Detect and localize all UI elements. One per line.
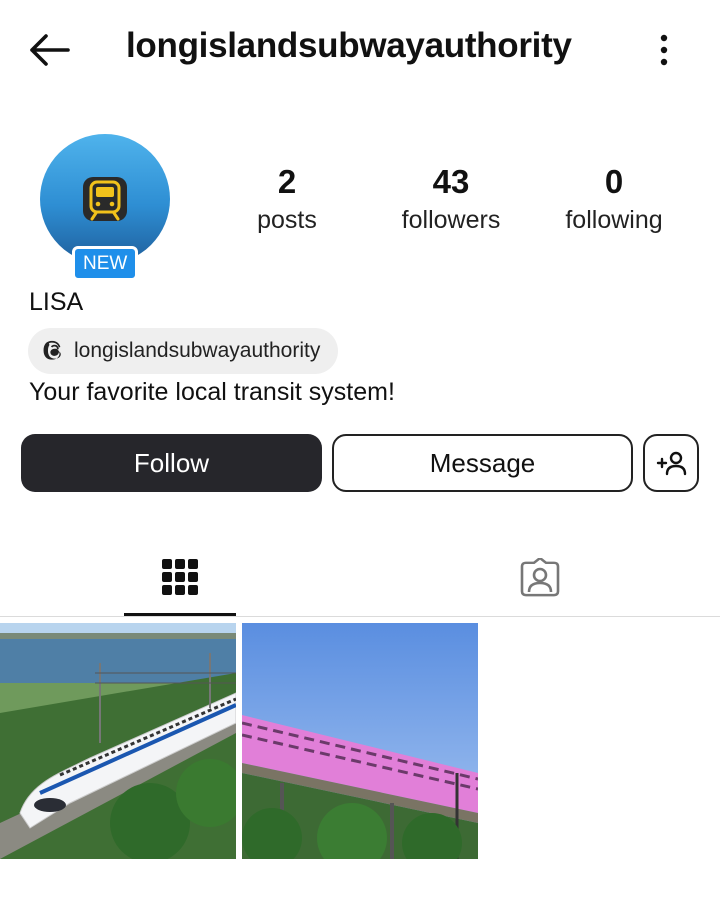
new-badge: NEW	[72, 246, 139, 281]
stat-value: 0	[604, 163, 624, 200]
avatar-image	[40, 134, 170, 264]
train-logo-icon	[83, 177, 127, 221]
stat-followers[interactable]: 43 followers	[390, 162, 512, 238]
stat-following[interactable]: 0 following	[554, 162, 674, 238]
tab-tagged[interactable]	[484, 540, 596, 616]
stat-value: 43	[432, 163, 470, 200]
suggested-accounts-button[interactable]	[643, 434, 699, 492]
top-bar: longislandsubwayauthority	[0, 0, 720, 100]
stat-label: posts	[257, 206, 317, 234]
more-vertical-icon[interactable]	[648, 30, 680, 70]
tab-posts-grid[interactable]	[124, 540, 236, 616]
post-image	[0, 623, 236, 859]
profile-tabs	[0, 540, 720, 617]
threads-icon	[43, 340, 61, 360]
back-arrow-icon[interactable]	[26, 28, 74, 72]
message-button[interactable]: Message	[332, 434, 633, 492]
follow-button[interactable]: Follow	[21, 434, 322, 492]
threads-handle: longislandsubwayauthority	[74, 339, 321, 362]
stat-value: 2	[277, 163, 297, 200]
grid-icon	[162, 558, 198, 595]
post-thumbnail-bullet-train[interactable]	[0, 623, 236, 859]
post-image	[242, 623, 478, 859]
display-name: LISA	[29, 288, 84, 316]
profile-avatar[interactable]: NEW	[40, 134, 170, 281]
profile-bio: Your favorite local transit system!	[29, 378, 395, 406]
stat-label: followers	[401, 206, 501, 234]
add-person-icon	[656, 451, 687, 476]
tagged-person-icon	[520, 558, 560, 597]
stat-posts[interactable]: 2 posts	[247, 162, 327, 238]
post-thumbnail-pink-train[interactable]	[242, 623, 478, 859]
profile-username-title: longislandsubwayauthority	[126, 26, 572, 65]
threads-link[interactable]: longislandsubwayauthority	[28, 328, 339, 374]
stat-label: following	[565, 206, 663, 234]
